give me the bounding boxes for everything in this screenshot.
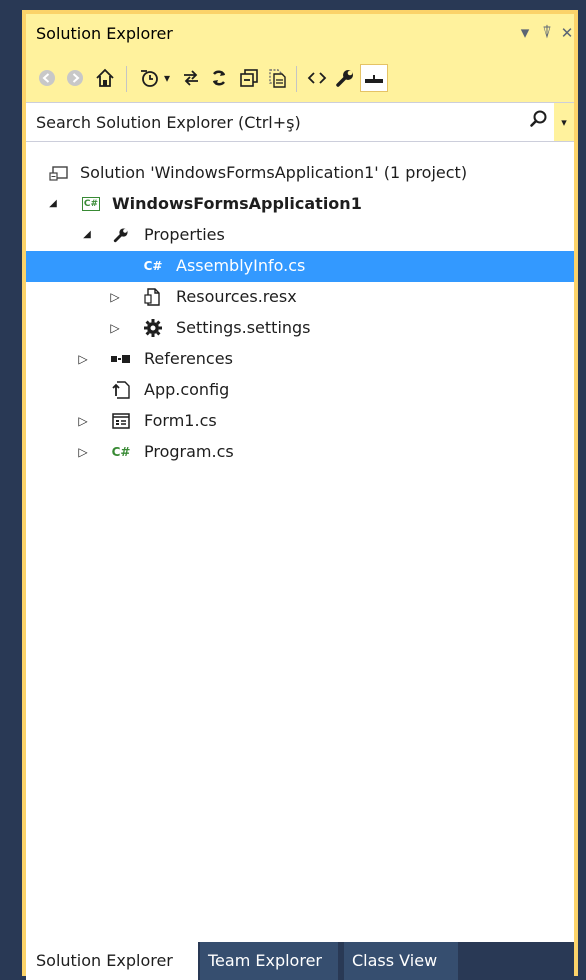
settings-gear-icon [142,318,164,338]
collapsed-arrow-icon[interactable]: ▷ [76,444,90,460]
window-position-dropdown-icon[interactable]: ▾ [514,22,536,44]
panel-title-bar: Solution Explorer ▾ ⍒ ✕ [26,14,574,54]
panel-title: Solution Explorer [36,24,173,43]
solution-icon [48,163,70,183]
tree-item-resources[interactable]: ▷ Resources.resx [26,282,574,313]
tree-item-label: References [144,349,233,368]
sync-with-active-document-icon [184,70,198,86]
show-all-files-icon [269,69,286,88]
chevron-down-icon: ▾ [561,115,567,129]
search-options-button[interactable]: ▾ [554,103,574,141]
refresh-button[interactable] [206,65,232,91]
tree-item-settings[interactable]: ▷ Settings.settings [26,313,574,344]
pending-changes-dropdown-button[interactable]: ▾ [160,65,174,91]
tree-item-label: AssemblyInfo.cs [176,256,306,275]
chevron-down-icon: ▾ [163,71,171,85]
tree-item-label: Properties [144,225,225,244]
collapsed-arrow-icon[interactable]: ▷ [76,413,90,429]
collapsed-arrow-icon[interactable]: ▷ [108,289,122,305]
tree-item-form1[interactable]: ▷ Form1.cs [26,406,574,437]
tree-item-program[interactable]: ▷ C# Program.cs [26,437,574,468]
config-file-icon [110,380,132,400]
search-button[interactable] [526,109,552,135]
properties-button[interactable] [332,65,358,91]
tree-item-app-config[interactable]: App.config [26,375,574,406]
back-button[interactable] [34,65,60,91]
sync-with-active-document-button[interactable] [178,65,204,91]
view-code-icon [307,72,327,84]
pending-changes-filter-icon [141,70,158,87]
csharp-project-icon: C# [81,197,101,211]
expanded-arrow-icon[interactable]: ◢ [80,227,94,243]
tree-item-label: Solution 'WindowsFormsApplication1' (1 p… [80,163,468,182]
tab-team-explorer[interactable]: Team Explorer [200,942,338,980]
resource-file-icon [142,287,164,307]
collapse-all-button[interactable] [236,65,262,91]
view-code-button[interactable] [304,65,330,91]
back-icon [39,70,55,86]
preview-selected-items-icon [365,75,383,83]
home-button[interactable] [92,65,118,91]
tree-item-assemblyinfo[interactable]: C# AssemblyInfo.cs [26,251,574,282]
preview-selected-items-button[interactable] [360,64,388,92]
tree-item-label: Form1.cs [144,411,217,430]
search-icon [530,110,547,127]
form-icon [110,411,132,431]
tree-item-label: WindowsFormsApplication1 [112,194,362,213]
wrench-icon [336,70,353,87]
home-icon [96,68,114,87]
tree-item-label: Resources.resx [176,287,297,306]
show-all-files-button[interactable] [264,65,290,91]
tree-item-label: Settings.settings [176,318,311,337]
tab-solution-explorer[interactable]: Solution Explorer [26,942,198,980]
csharp-file-icon: C# [143,259,163,273]
tree-item-label: App.config [144,380,230,399]
tree-item-project[interactable]: ◢ C# WindowsFormsApplication1 [26,189,574,220]
toolbar-separator [296,66,297,92]
solution-explorer-panel: Solution Explorer ▾ ⍒ ✕ ▾ Search Solutio… [22,10,578,980]
references-icon [110,349,132,369]
collapsed-arrow-icon[interactable]: ▷ [76,351,90,367]
wrench-icon [110,225,132,245]
pending-changes-filter-button[interactable] [136,65,162,91]
expanded-arrow-icon[interactable]: ◢ [46,196,60,212]
tree-item-references[interactable]: ▷ References [26,344,574,375]
search-input[interactable] [26,103,516,141]
tree-item-label: Program.cs [144,442,234,461]
forward-icon [67,70,83,86]
toolbar: ▾ [26,54,574,102]
toolbar-separator [126,66,127,92]
tree-item-solution[interactable]: Solution 'WindowsFormsApplication1' (1 p… [26,158,574,189]
close-icon[interactable]: ✕ [556,22,578,44]
tool-window-tab-strip: Solution Explorer Team Explorer Class Vi… [26,942,574,980]
tab-class-view[interactable]: Class View [344,942,458,980]
search-bar: ▾ [26,102,574,142]
forward-button[interactable] [62,65,88,91]
pin-icon[interactable]: ⍒ [536,22,558,44]
collapsed-arrow-icon[interactable]: ▷ [108,320,122,336]
tree-item-properties[interactable]: ◢ Properties [26,220,574,251]
csharp-file-icon: C# [111,445,131,459]
collapse-all-icon [240,69,258,87]
refresh-icon [212,70,226,86]
